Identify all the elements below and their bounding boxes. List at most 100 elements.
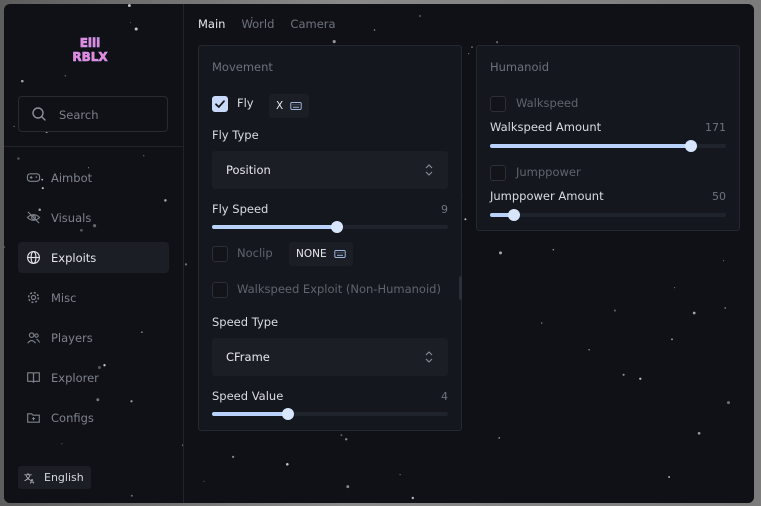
fly-speed-row: Fly Speed 9: [212, 202, 448, 233]
fly-type-dropdown[interactable]: Position: [212, 151, 448, 189]
star-dot: [723, 260, 725, 262]
star-dot: [496, 41, 499, 44]
walkspeed-amount-row: Walkspeed Amount 171: [490, 120, 726, 152]
logo-line-2: RBLX: [72, 50, 108, 64]
globe-icon: [27, 251, 40, 264]
speed-value-label: Speed Value: [212, 389, 284, 403]
search-input[interactable]: [57, 97, 166, 133]
noclip-row: Noclip NONE: [212, 242, 448, 266]
star-dot: [464, 218, 467, 221]
star-dot: [203, 480, 205, 482]
keyboard-icon: [290, 102, 302, 110]
jumppower-amount-slider[interactable]: [490, 209, 726, 221]
jumppower-checkbox[interactable]: [490, 165, 506, 181]
chevron-updown-icon: [425, 351, 433, 363]
gamepad-icon: [26, 173, 41, 182]
gear-icon: [27, 291, 40, 304]
star-dot: [471, 46, 473, 49]
star-dot: [345, 438, 348, 441]
jumppower-row: Jumppower: [490, 161, 726, 185]
language-label: English: [44, 471, 84, 484]
speed-type-dropdown[interactable]: CFrame: [212, 338, 448, 376]
sidebar-nav: Aimbot Visuals Exploits Misc Players Exp…: [18, 162, 169, 442]
logo-line-1: Elli: [80, 36, 101, 50]
sidebar-item-misc[interactable]: Misc: [18, 282, 169, 313]
star-dot: [346, 485, 350, 489]
sidebar-item-explorer[interactable]: Explorer: [18, 362, 169, 393]
star-dot: [674, 287, 676, 289]
sidebar: Elli RBLX Aimbot Visuals Exploits: [4, 4, 184, 503]
movement-scrollbar[interactable]: [459, 276, 462, 300]
star-dot: [668, 476, 671, 478]
star-dot: [498, 437, 500, 439]
users-icon: [27, 332, 40, 344]
walkspeed-row: Walkspeed: [490, 92, 726, 116]
speed-type-label: Speed Type: [212, 315, 279, 329]
movement-panel-title: Movement: [212, 60, 273, 74]
star-dot: [613, 309, 616, 312]
star-dot: [588, 349, 590, 351]
sidebar-item-label: Exploits: [51, 250, 97, 265]
translate-icon: 文A: [24, 472, 35, 484]
folder-icon: [27, 413, 40, 423]
slider-fill: [212, 225, 338, 229]
fly-keybind-button[interactable]: X: [269, 94, 310, 118]
sidebar-item-configs[interactable]: Configs: [18, 402, 169, 433]
jumppower-amount-label: Jumppower Amount: [490, 189, 604, 203]
tab-camera[interactable]: Camera: [290, 17, 335, 31]
sidebar-item-players[interactable]: Players: [18, 322, 169, 353]
speed-value-value: 4: [441, 390, 448, 403]
book-icon: [27, 372, 40, 383]
sidebar-item-label: Explorer: [51, 370, 99, 385]
star-dot: [184, 263, 188, 266]
star-dot: [285, 462, 289, 466]
walkspeed-amount-slider[interactable]: [490, 140, 726, 152]
star-dot: [724, 307, 727, 309]
sidebar-item-label: Configs: [51, 410, 94, 425]
star-dot: [332, 40, 336, 44]
sidebar-item-exploits[interactable]: Exploits: [18, 242, 169, 273]
slider-thumb[interactable]: [507, 209, 520, 221]
sidebar-item-label: Aimbot: [51, 170, 93, 185]
slider-thumb[interactable]: [281, 408, 294, 420]
star-dot: [726, 401, 731, 405]
slider-thumb[interactable]: [684, 140, 697, 152]
slider-fill: [212, 412, 288, 416]
slider-thumb[interactable]: [331, 221, 344, 233]
tab-main[interactable]: Main: [198, 17, 225, 31]
sidebar-item-label: Misc: [51, 290, 77, 305]
tab-world[interactable]: World: [241, 17, 274, 31]
humanoid-panel: Humanoid Walkspeed Walkspeed Amount 171 …: [476, 45, 740, 231]
fly-type-value: Position: [226, 163, 271, 177]
star-dot: [231, 455, 235, 459]
search-icon: [32, 107, 46, 121]
noclip-keybind-button[interactable]: NONE: [289, 242, 353, 266]
star-dot: [540, 322, 543, 324]
speed-value-row: Speed Value 4: [212, 389, 448, 420]
speed-type-row: CFrame: [212, 338, 448, 376]
fly-type-row: Position: [212, 151, 448, 189]
main-window: Elli RBLX Aimbot Visuals Exploits: [4, 4, 754, 503]
language-selector[interactable]: 文A English: [18, 466, 91, 489]
fly-row: Fly X: [212, 92, 448, 118]
sidebar-item-aimbot[interactable]: Aimbot: [18, 162, 169, 193]
fly-speed-value: 9: [441, 203, 448, 216]
fly-checkbox[interactable]: [212, 96, 228, 112]
fly-speed-slider[interactable]: [212, 221, 448, 233]
search-box[interactable]: [18, 96, 168, 133]
keyboard-icon: [333, 250, 346, 258]
eye-off-icon: [26, 211, 41, 224]
noclip-checkbox[interactable]: [212, 246, 228, 262]
star-dot: [639, 377, 642, 380]
star-dot: [692, 311, 696, 315]
fly-keybind-value: X: [276, 100, 284, 112]
tab-bar: Main World Camera: [198, 17, 336, 31]
walkspeed-checkbox[interactable]: [490, 96, 506, 112]
star-dot: [697, 431, 701, 435]
sidebar-item-visuals[interactable]: Visuals: [18, 202, 169, 233]
jumppower-label: Jumppower: [516, 165, 581, 179]
star-dot: [468, 53, 470, 55]
walkspeed-exploit-checkbox[interactable]: [212, 282, 228, 298]
speed-value-slider[interactable]: [212, 408, 448, 420]
svg-text:A: A: [30, 478, 35, 484]
